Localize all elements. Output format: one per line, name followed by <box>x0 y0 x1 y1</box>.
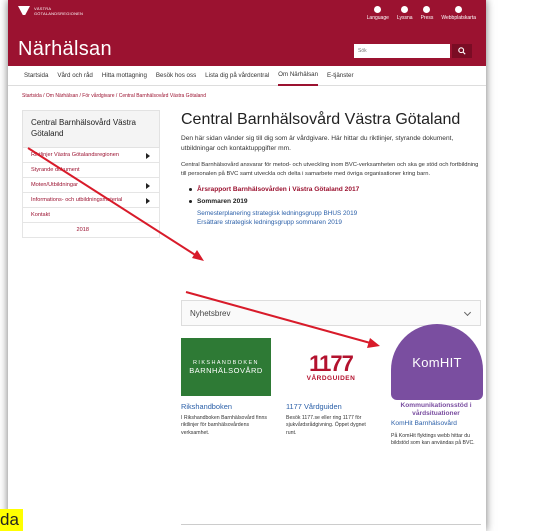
komhit-tagline: Kommunikationsstöd i vårdsituationer <box>400 402 472 417</box>
logo-text: VÄSTRA GÖTALANDSREGIONEN <box>34 6 84 16</box>
accordion-label: Nyhetsbrev <box>190 309 231 318</box>
rikshandboken-logo[interactable]: RIKSHANDBOKEN BARNHÄLSOVÅRD <box>181 338 271 396</box>
nav-item-find-clinic[interactable]: Hitta mottagning <box>102 66 147 85</box>
chevron-right-icon[interactable] <box>146 153 150 159</box>
search-button[interactable] <box>452 44 472 58</box>
nav-item-about[interactable]: Om Närhälsan <box>278 65 319 86</box>
rikshandboken-text: I Rikshandboken Barnhälsovård finns rikt… <box>181 415 267 436</box>
vardguiden-link[interactable]: 1177 Vårdguiden <box>286 402 376 411</box>
annual-report-link[interactable]: Årsrapport Barnhälsovården i Västra Göta… <box>189 185 481 195</box>
listen-label: Lyssna <box>396 15 413 21</box>
sidebar-item-label: Informations- och utbildningsmaterial <box>31 197 123 203</box>
sitemap-icon <box>455 6 463 13</box>
press-label: Press <box>420 15 434 21</box>
link-list: Årsrapport Barnhälsovården i Västra Göta… <box>181 185 481 227</box>
sitemap-label: Webbplatskarta <box>441 15 476 21</box>
vardguiden-sub: VÅRDGUIDEN <box>306 374 356 382</box>
site-title[interactable]: Närhälsan <box>18 38 112 61</box>
globe-icon <box>374 6 382 13</box>
vardguiden-number: 1177 <box>309 350 354 376</box>
vardguiden-text: Besök 1177.se eller ring 1177 för sjukvå… <box>286 415 366 436</box>
card-komhit: KomHIT Kommunikationsstöd i vårdsituatio… <box>391 324 483 447</box>
search-input[interactable] <box>354 44 450 58</box>
sidebar-item-guidelines[interactable]: Riktlinjer Västra Götalandsregionen <box>22 148 160 163</box>
vgr-logo[interactable]: VÄSTRA GÖTALANDSREGIONEN <box>18 6 88 18</box>
vacation-planning-link[interactable]: Semesterplanering strategisk ledningsgru… <box>189 209 481 218</box>
sidebar-item-label: 2018 <box>76 227 89 233</box>
sidebar-item-label: Riktlinjer Västra Götalandsregionen <box>31 152 119 158</box>
nav-item-register[interactable]: Lista dig på vårdcentral <box>205 66 269 85</box>
pen-icon <box>423 6 431 13</box>
sidebar-item-2018[interactable]: 2018 <box>22 223 160 238</box>
komhit-logo[interactable]: KomHIT <box>391 324 483 400</box>
search-icon <box>458 47 466 55</box>
nav-item-start[interactable]: Startsida <box>24 66 48 85</box>
chevron-right-icon[interactable] <box>146 183 150 189</box>
breadcrumb[interactable]: Startsida / Om Närhälsan / För vårdgivar… <box>22 93 206 99</box>
browser-page: VÄSTRA GÖTALANDSREGIONEN Närhälsan Langu… <box>8 0 486 531</box>
card-1177: 1177 VÅRDGUIDEN 1177 Vårdguiden Besök 11… <box>286 338 376 437</box>
main-nav: Startsida Vård och råd Hitta mottagning … <box>8 66 486 86</box>
ear-icon <box>401 6 409 13</box>
page-title: Central Barnhälsovård Västra Götaland <box>181 111 461 128</box>
komhit-link[interactable]: KomHit Barnhälsovård <box>391 420 481 429</box>
rik-logo-line2: BARNHÄLSOVÅRD <box>189 365 263 375</box>
vgr-logo-icon <box>18 6 30 15</box>
card-rikshandboken: RIKSHANDBOKEN BARNHÄLSOVÅRD Rikshandboke… <box>181 338 271 437</box>
newsletter-accordion[interactable]: Nyhetsbrev <box>181 300 481 326</box>
chevron-down-icon <box>463 308 472 317</box>
main-content: Central Barnhälsovård Västra Götaland De… <box>181 110 483 446</box>
language-label: Language <box>366 15 389 21</box>
sidebar-item-label: Moten/Utbildningar <box>31 182 78 188</box>
summer-heading: Sommaren 2019 <box>189 197 481 207</box>
chevron-right-icon[interactable] <box>146 198 150 204</box>
listen-link[interactable]: Lyssna <box>397 6 413 21</box>
komhit-logo-text: KomHIT <box>412 354 462 370</box>
vardguiden-logo[interactable]: 1177 VÅRDGUIDEN <box>286 338 376 396</box>
substitutes-link[interactable]: Ersättare strategisk ledningsgrupp somma… <box>189 218 481 227</box>
sidebar-item-materials[interactable]: Informations- och utbildningsmaterial <box>22 193 160 208</box>
search-box <box>354 44 472 58</box>
sidebar-item-documents[interactable]: Styrande dokument <box>22 163 160 178</box>
nav-item-care-advice[interactable]: Vård och råd <box>57 66 92 85</box>
partner-cards: RIKSHANDBOKEN BARNHÄLSOVÅRD Rikshandboke… <box>181 324 483 496</box>
sidebar-title[interactable]: Central Barnhälsovård Västra Götaland <box>22 110 160 148</box>
sidebar-item-label: Kontakt <box>31 212 50 218</box>
press-link[interactable]: Press <box>420 6 434 21</box>
sidebar-item-meetings[interactable]: Moten/Utbildningar <box>22 178 160 193</box>
nav-item-visit[interactable]: Besök hos oss <box>156 66 196 85</box>
sidebar-item-contact[interactable]: Kontakt <box>22 208 160 223</box>
divider <box>181 524 481 525</box>
top-links: Language Lyssna Press Webbplatskarta <box>367 6 476 21</box>
body-text: Central Barnhälsovård ansvarar för metod… <box>181 162 479 177</box>
sitemap-link[interactable]: Webbplatskarta <box>441 6 476 21</box>
rikshandboken-link[interactable]: Rikshandboken <box>181 402 271 411</box>
komhit-text: På KomHit flyktings webb hittar du bilds… <box>391 432 475 446</box>
language-link[interactable]: Language <box>367 6 389 21</box>
header-bar: VÄSTRA GÖTALANDSREGIONEN Närhälsan Langu… <box>8 0 486 66</box>
highlighted-text: da <box>0 509 23 531</box>
nav-item-eservices[interactable]: E-tjänster <box>327 66 353 85</box>
intro-text: Den här sidan vänder sig till dig som är… <box>181 135 454 152</box>
sidebar: Central Barnhälsovård Västra Götaland Ri… <box>22 110 160 238</box>
sidebar-item-label: Styrande dokument <box>31 167 80 173</box>
